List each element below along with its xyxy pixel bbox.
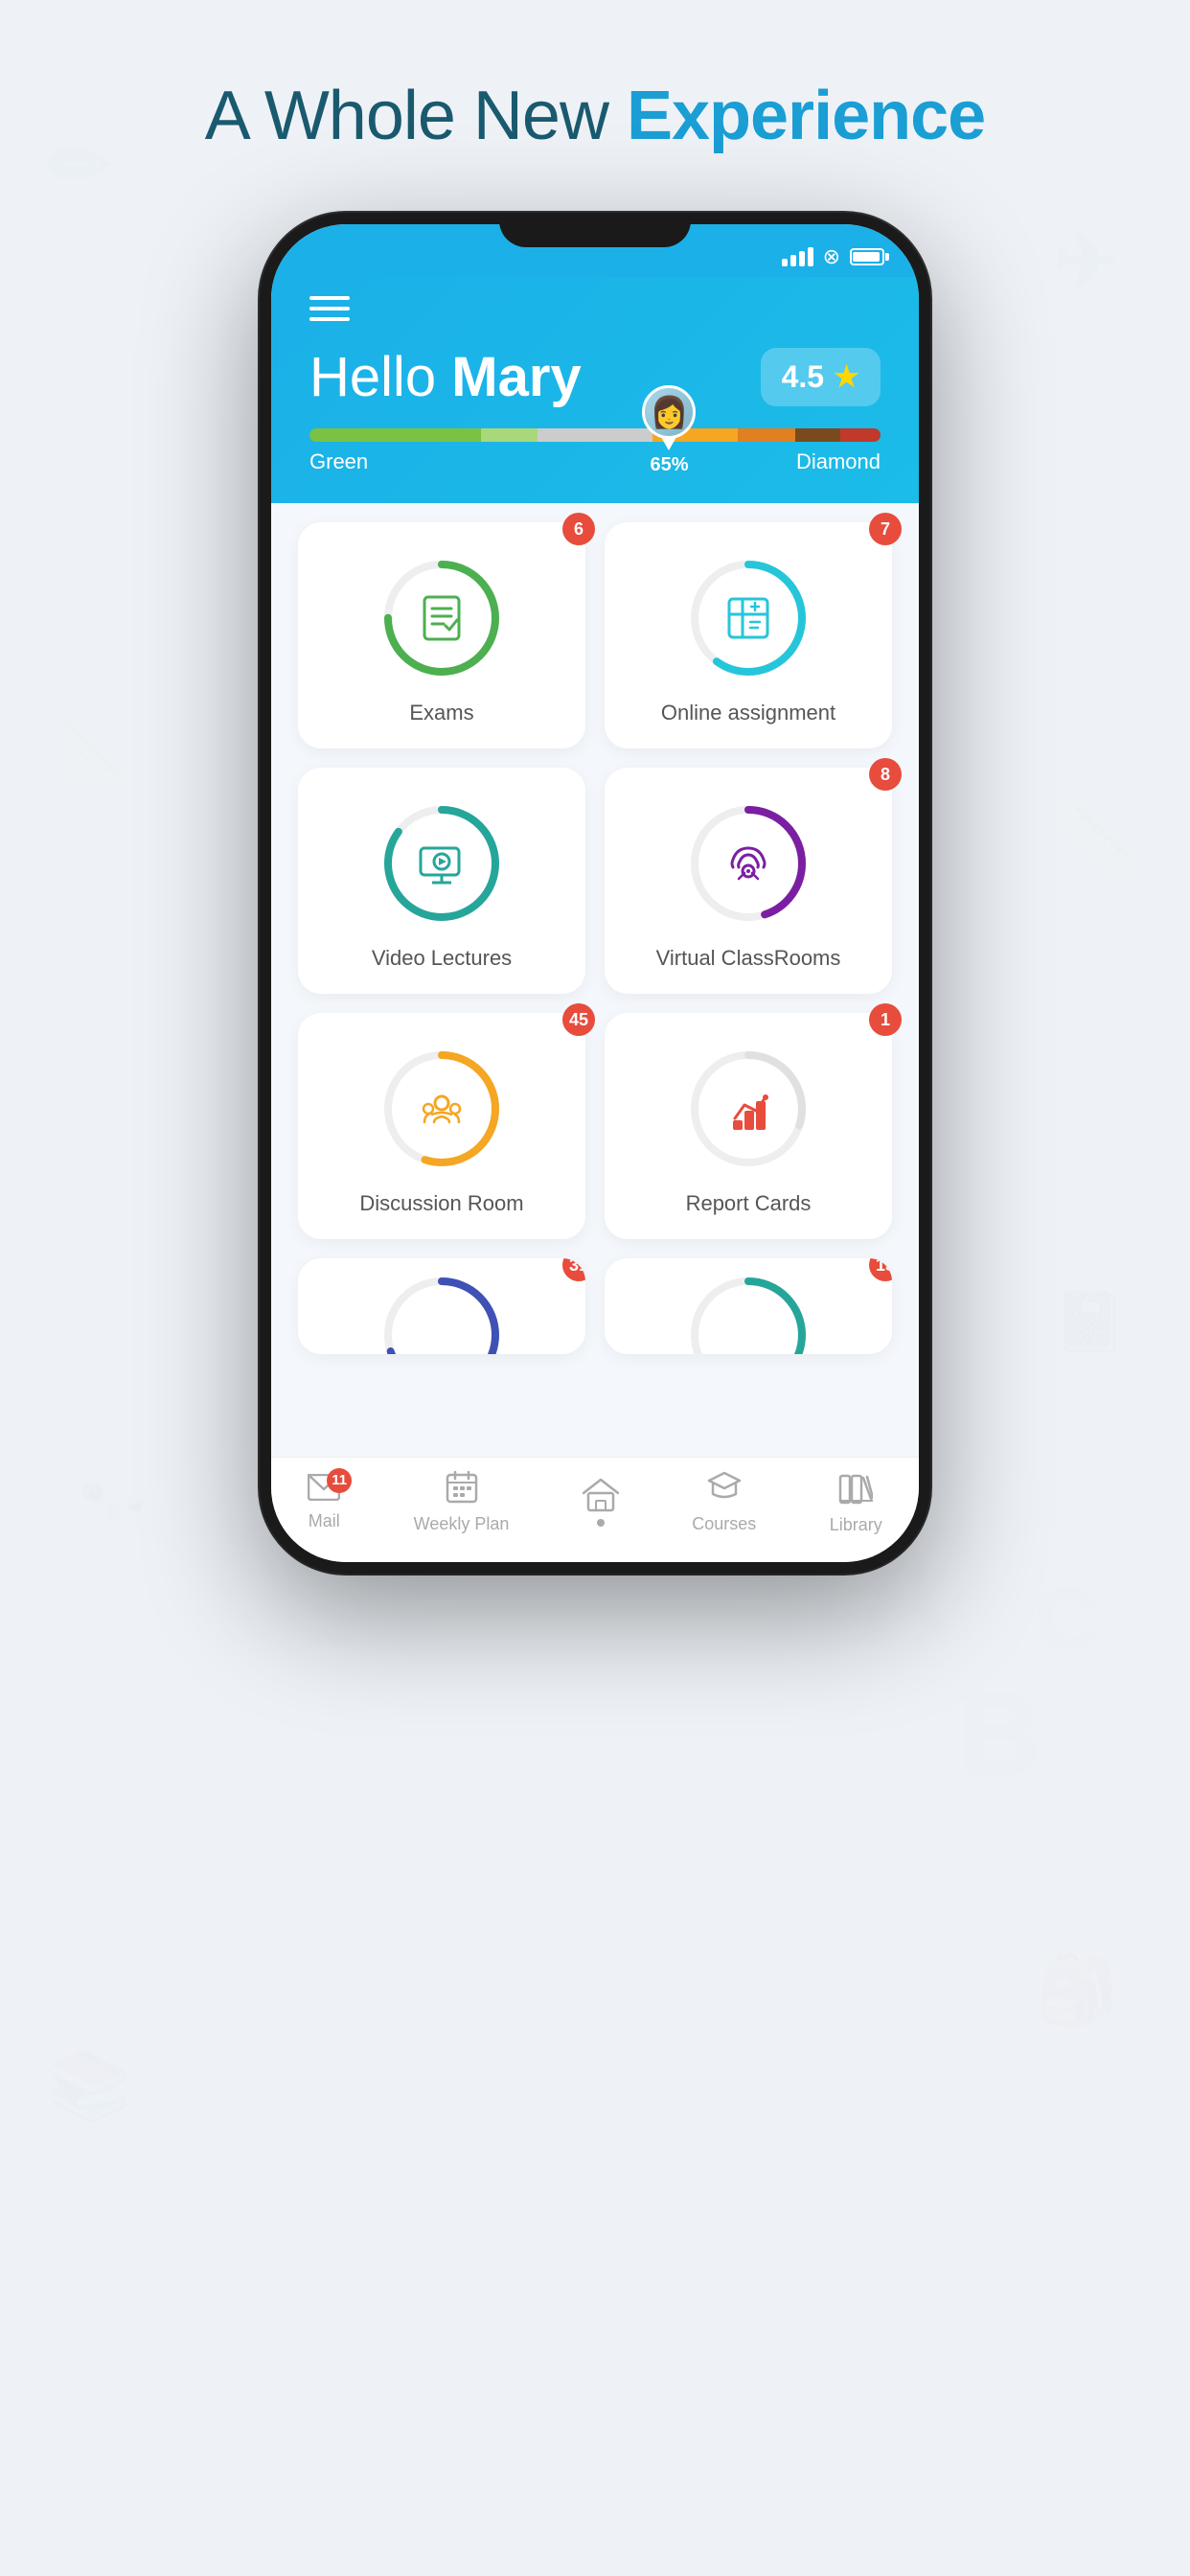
courses-icon-wrapper bbox=[707, 1471, 742, 1508]
card-icon-wrapper-online-assignment bbox=[681, 551, 815, 685]
badge-report-cards: 1 bbox=[869, 1003, 902, 1036]
signal-bars-icon bbox=[782, 247, 813, 266]
menu-card-item8[interactable]: 13 bbox=[605, 1258, 892, 1354]
greeting: Hello Mary bbox=[309, 345, 582, 409]
card-label-discussion-room: Discussion Room bbox=[359, 1191, 523, 1216]
notch bbox=[499, 213, 691, 247]
nav-label-mail: Mail bbox=[309, 1511, 340, 1531]
progress-label-left: Green bbox=[309, 449, 368, 474]
badge-online-assignment: 7 bbox=[869, 513, 902, 545]
main-content[interactable]: 6 Exams 7 bbox=[271, 503, 919, 1457]
progress-percent: 65% bbox=[650, 454, 688, 476]
card-icon-exams bbox=[408, 585, 475, 652]
badge-discussion-room: 45 bbox=[562, 1003, 595, 1036]
svg-text:📐: 📐 bbox=[57, 714, 129, 780]
rating-badge: 4.5 ★ bbox=[761, 348, 881, 406]
page-title-normal: A Whole New bbox=[205, 78, 627, 154]
card-icon-wrapper-item8 bbox=[681, 1268, 815, 1316]
card-label-virtual-classrooms: Virtual ClassRooms bbox=[656, 946, 841, 971]
greeting-text: Hello bbox=[309, 346, 451, 408]
header-row: Hello Mary 4.5 ★ bbox=[309, 345, 881, 409]
weekly-plan-icon-wrapper bbox=[446, 1471, 478, 1508]
svg-text:🎒: 🎒 bbox=[1035, 1951, 1118, 2030]
card-label-exams: Exams bbox=[409, 701, 473, 725]
card-label-video-lectures: Video Lectures bbox=[372, 946, 512, 971]
avatar-pin bbox=[661, 437, 676, 450]
page-title: A Whole New Experience bbox=[205, 77, 985, 155]
phone-frame: ⊗ Hello Mary 4.5 ★ bbox=[260, 213, 930, 1574]
menu-card-discussion-room[interactable]: 45 Discussion Room bbox=[298, 1013, 585, 1239]
progress-label-right: Diamond bbox=[796, 449, 881, 474]
card-icon-video-lectures bbox=[408, 830, 475, 897]
progress-segment-brown bbox=[795, 428, 841, 442]
phone-screen: ⊗ Hello Mary 4.5 ★ bbox=[271, 224, 919, 1562]
svg-text:✏: ✏ bbox=[48, 123, 112, 208]
nav-item-mail[interactable]: 11 Mail bbox=[308, 1474, 340, 1531]
nav-label-library: Library bbox=[830, 1515, 882, 1535]
svg-text:🔭: 🔭 bbox=[77, 1481, 149, 1547]
card-label-online-assignment: Online assignment bbox=[661, 701, 835, 725]
wifi-icon: ⊗ bbox=[823, 244, 840, 269]
svg-text:📏: 📏 bbox=[1054, 801, 1137, 878]
progress-segment-red bbox=[840, 428, 881, 442]
home-icon bbox=[583, 1478, 619, 1517]
mail-icon-wrapper: 11 bbox=[308, 1474, 340, 1506]
svg-text:📚: 📚 bbox=[48, 2048, 131, 2124]
progress-bar bbox=[309, 428, 881, 442]
rating-value: 4.5 bbox=[782, 359, 824, 395]
card-icon-report-cards bbox=[715, 1075, 782, 1142]
progress-segment-darkorange bbox=[738, 428, 795, 442]
avatar-wrapper: 👩 65% bbox=[642, 385, 696, 476]
menu-card-item7[interactable]: 31 bbox=[298, 1258, 585, 1354]
progress-segment-lightgreen bbox=[481, 428, 538, 442]
menu-card-report-cards[interactable]: 1 Report Cards bbox=[605, 1013, 892, 1239]
progress-section: 👩 65% Green Diamond bbox=[309, 428, 881, 474]
nav-item-weekly-plan[interactable]: Weekly Plan bbox=[414, 1471, 510, 1534]
nav-label-courses: Courses bbox=[692, 1514, 756, 1534]
progress-labels: Green Diamond bbox=[309, 449, 881, 474]
nav-item-home[interactable] bbox=[583, 1478, 619, 1527]
svg-text:✈: ✈ bbox=[1054, 218, 1118, 304]
battery-icon bbox=[850, 248, 884, 265]
nav-item-courses[interactable]: Courses bbox=[692, 1471, 756, 1534]
hamburger-menu[interactable] bbox=[309, 296, 881, 321]
menu-card-exams[interactable]: 6 Exams bbox=[298, 522, 585, 748]
card-icon-virtual-classrooms bbox=[715, 830, 782, 897]
nav-item-library[interactable]: Library bbox=[830, 1470, 882, 1535]
nav-badge-mail: 11 bbox=[327, 1468, 352, 1493]
library-icon-wrapper bbox=[838, 1470, 873, 1509]
card-icon-wrapper-virtual-classrooms bbox=[681, 796, 815, 931]
bottom-nav: 11 Mail Weekly Plan bbox=[271, 1457, 919, 1562]
menu-card-video-lectures[interactable]: Video Lectures bbox=[298, 768, 585, 994]
greeting-name: Mary bbox=[451, 346, 581, 408]
avatar-image: 👩 bbox=[651, 394, 689, 430]
svg-text:📓: 📓 bbox=[1054, 1290, 1126, 1354]
badge-item8: 13 bbox=[869, 1258, 892, 1281]
svg-text:C: C bbox=[1035, 1572, 1097, 1668]
card-icon-wrapper-discussion-room bbox=[375, 1042, 509, 1176]
badge-item7: 31 bbox=[562, 1258, 585, 1281]
progress-segment-green bbox=[309, 428, 481, 442]
card-icon-wrapper-exams bbox=[375, 551, 509, 685]
avatar: 👩 bbox=[642, 385, 696, 439]
menu-card-online-assignment[interactable]: 7 Online assignment bbox=[605, 522, 892, 748]
badge-virtual-classrooms: 8 bbox=[869, 758, 902, 791]
menu-card-virtual-classrooms[interactable]: 8 Virtual ClassRooms bbox=[605, 768, 892, 994]
card-icon-online-assignment bbox=[715, 585, 782, 652]
card-icon-discussion-room bbox=[408, 1075, 475, 1142]
nav-label-weekly-plan: Weekly Plan bbox=[414, 1514, 510, 1534]
card-icon-wrapper-report-cards bbox=[681, 1042, 815, 1176]
menu-grid: 6 Exams 7 bbox=[298, 522, 892, 1354]
svg-text:B: B bbox=[958, 1669, 1041, 1798]
card-icon-wrapper-item7 bbox=[375, 1268, 509, 1316]
card-icon-wrapper-video-lectures bbox=[375, 796, 509, 931]
header: Hello Mary 4.5 ★ 👩 65% bbox=[271, 277, 919, 503]
page-title-bold: Experience bbox=[627, 78, 985, 154]
home-dot bbox=[597, 1519, 605, 1527]
star-icon: ★ bbox=[834, 360, 859, 394]
status-icons: ⊗ bbox=[782, 244, 884, 269]
badge-exams: 6 bbox=[562, 513, 595, 545]
progress-segment-gray bbox=[538, 428, 652, 442]
card-label-report-cards: Report Cards bbox=[686, 1191, 812, 1216]
